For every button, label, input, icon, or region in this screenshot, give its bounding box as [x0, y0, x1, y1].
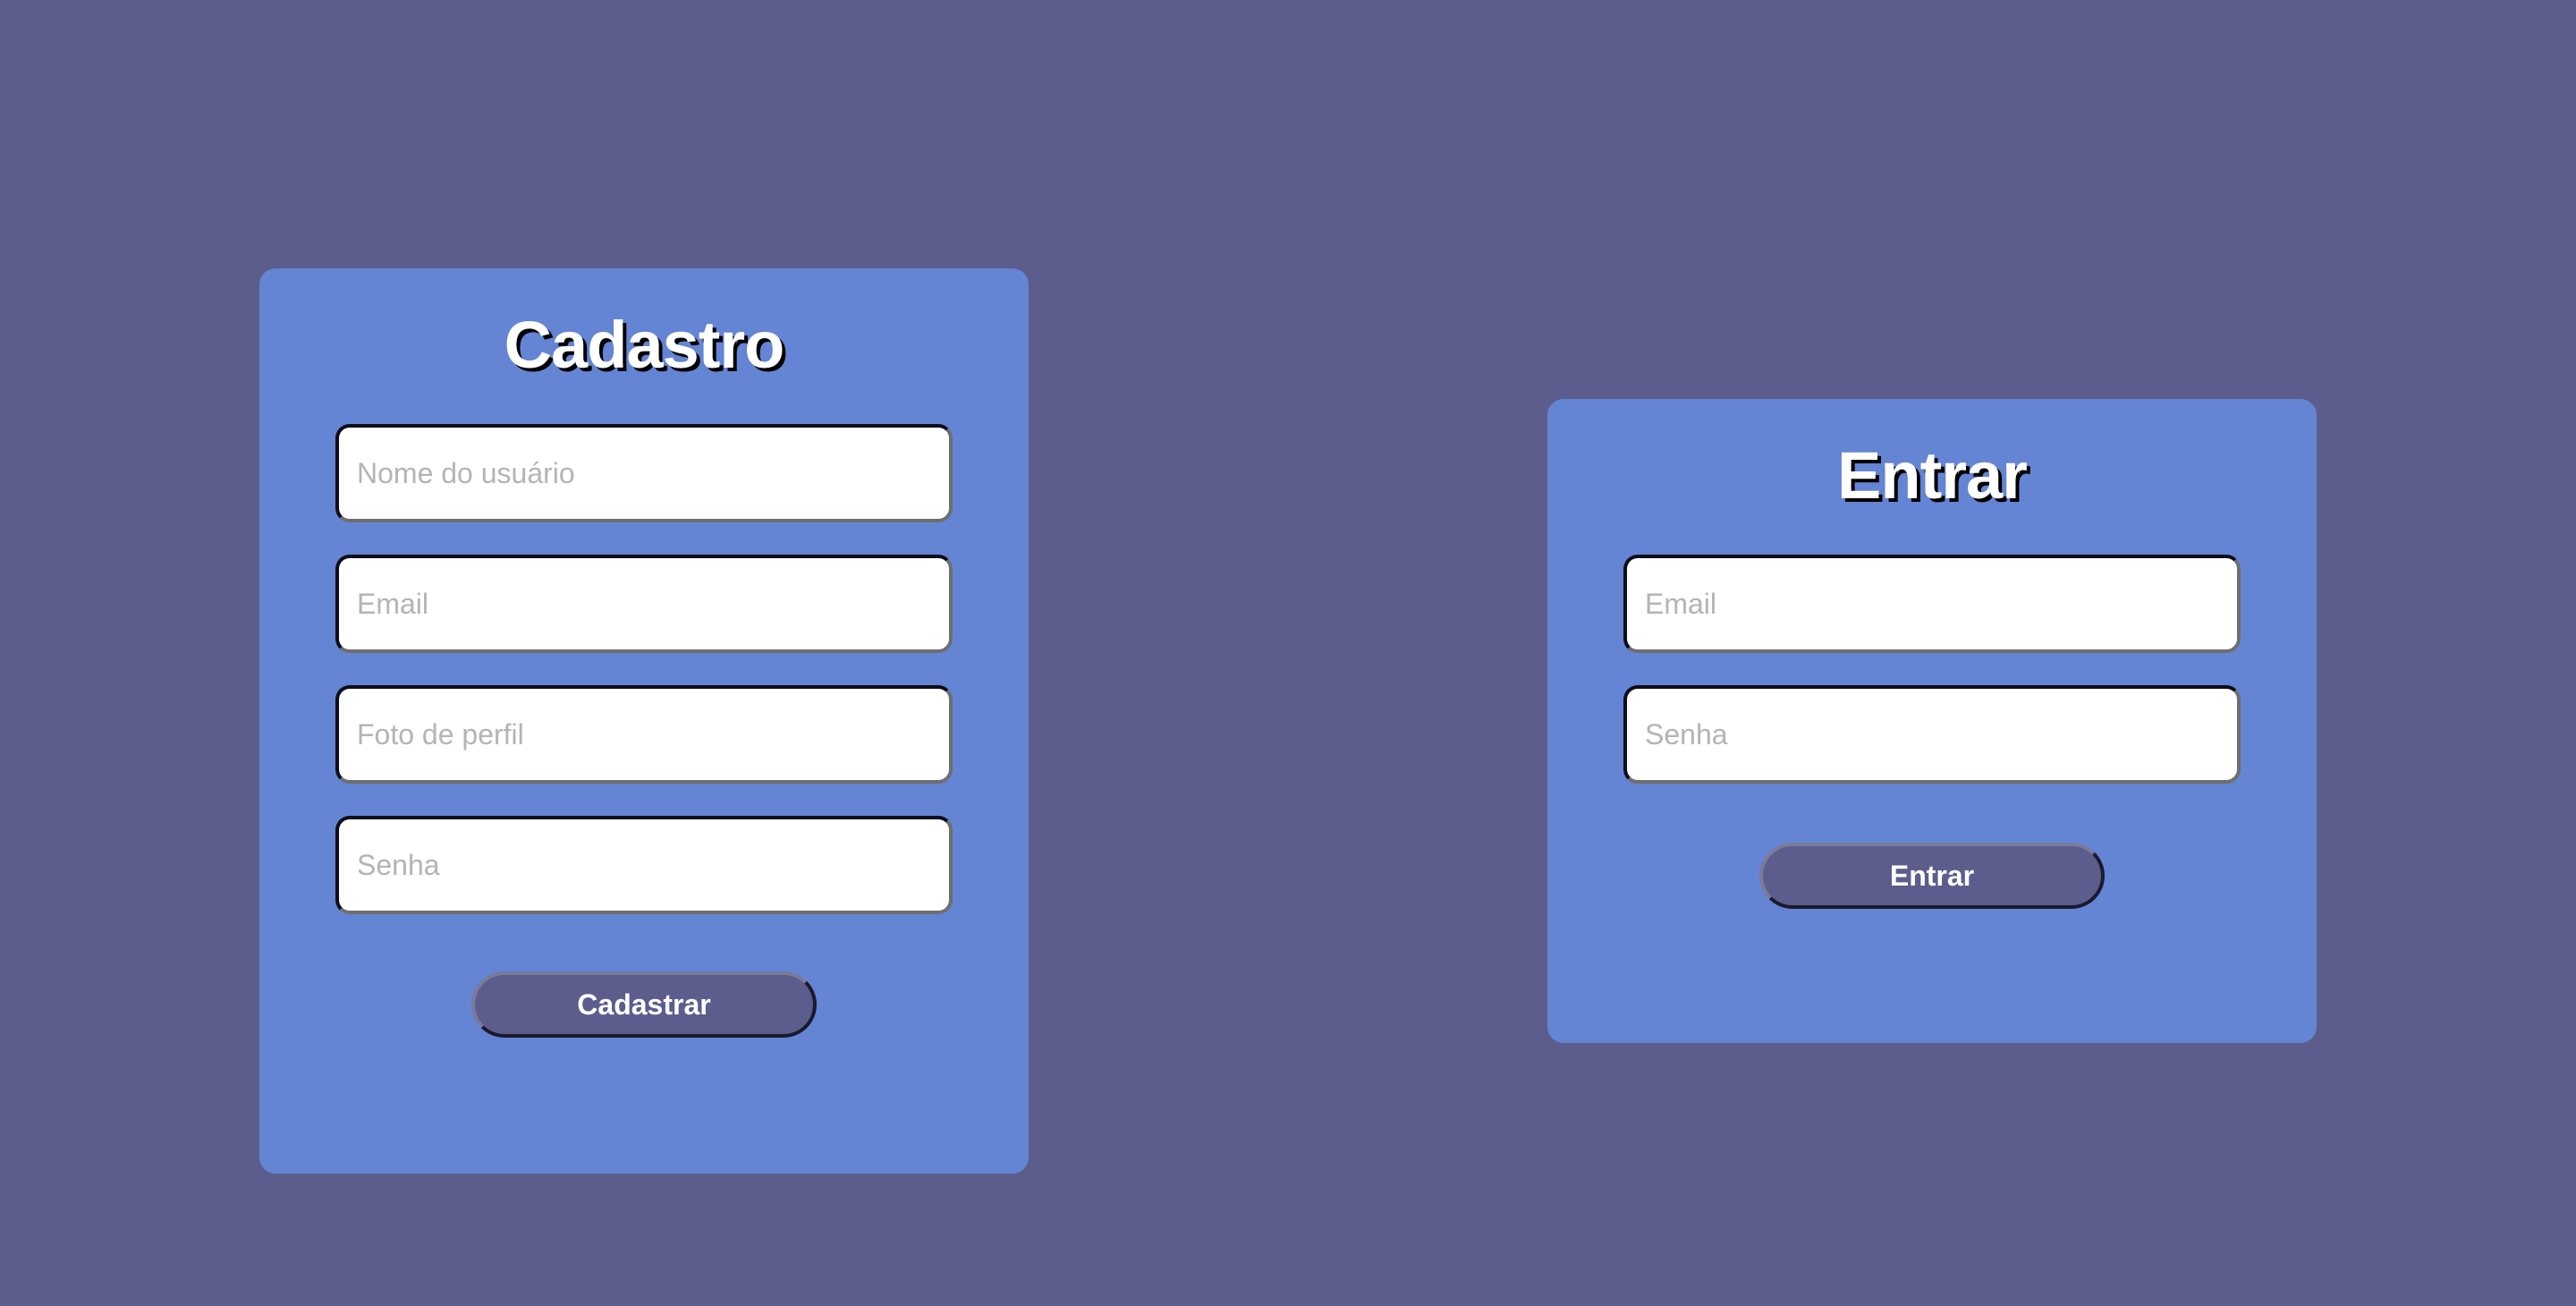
signup-card: Cadastro Cadastrar — [259, 268, 1029, 1174]
signup-button[interactable]: Cadastrar — [471, 971, 817, 1038]
signup-title: Cadastro — [504, 308, 785, 382]
login-email-input[interactable] — [1623, 555, 2241, 653]
signup-password-input[interactable] — [335, 816, 953, 914]
login-fields — [1623, 555, 2241, 816]
username-input[interactable] — [335, 424, 953, 522]
signup-email-input[interactable] — [335, 555, 953, 653]
login-card: Entrar Entrar — [1547, 399, 2317, 1043]
login-title: Entrar — [1837, 438, 2028, 513]
login-button[interactable]: Entrar — [1759, 843, 2105, 909]
signup-fields — [335, 424, 953, 946]
profile-photo-input[interactable] — [335, 685, 953, 784]
login-password-input[interactable] — [1623, 685, 2241, 784]
